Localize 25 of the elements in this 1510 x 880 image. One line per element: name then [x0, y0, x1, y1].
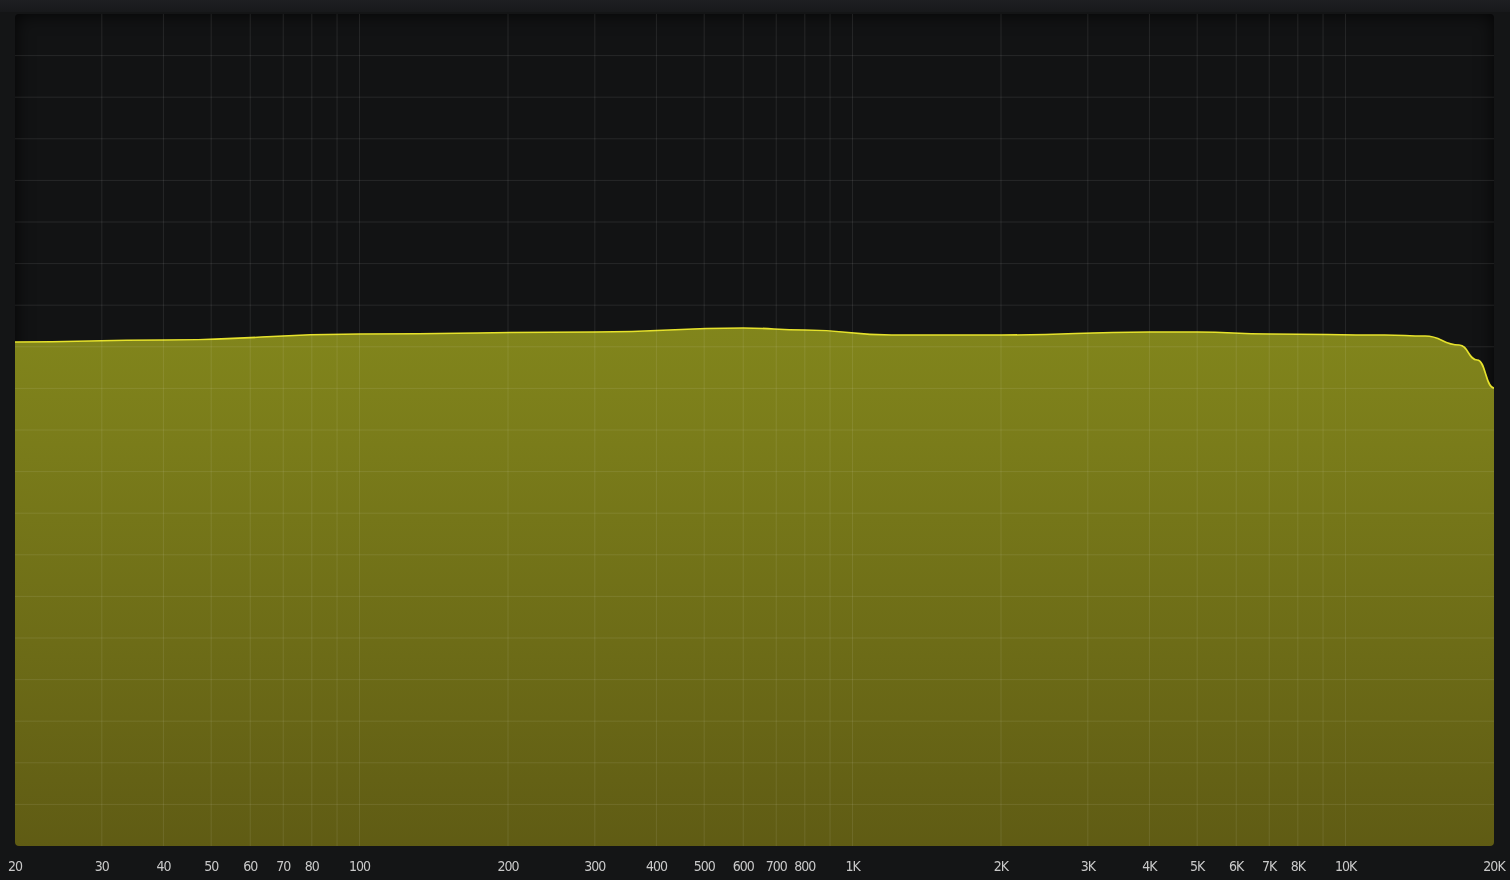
frequency-label: 70 — [276, 858, 291, 874]
frequency-label: 5K — [1190, 858, 1205, 874]
frequency-label: 800 — [794, 858, 816, 874]
frequency-label: 500 — [693, 858, 715, 874]
frequency-label: 4K — [1142, 858, 1157, 874]
frequency-label: 700 — [765, 858, 787, 874]
frequency-label: 10K — [1334, 858, 1357, 874]
frequency-label: 8K — [1290, 858, 1305, 874]
frequency-label: 300 — [584, 858, 606, 874]
frequency-label: 30 — [94, 858, 109, 874]
frequency-label: 600 — [732, 858, 754, 874]
frequency-label: 400 — [645, 858, 667, 874]
frequency-label: 1K — [845, 858, 860, 874]
frequency-label: 80 — [304, 858, 319, 874]
frequency-label: 2K — [993, 858, 1009, 874]
frequency-label: 7K — [1262, 858, 1277, 874]
frequency-label: 20 — [8, 858, 22, 874]
frequency-label: 100 — [349, 858, 371, 874]
frequency-label: 40 — [156, 858, 171, 874]
frequency-label: 20K — [1483, 858, 1505, 874]
frequency-label: 3K — [1080, 858, 1095, 874]
frequency-label: 6K — [1229, 858, 1244, 874]
frequency-label: 50 — [204, 858, 219, 874]
frequency-label: 60 — [243, 858, 258, 874]
frequency-label: 200 — [497, 858, 519, 874]
